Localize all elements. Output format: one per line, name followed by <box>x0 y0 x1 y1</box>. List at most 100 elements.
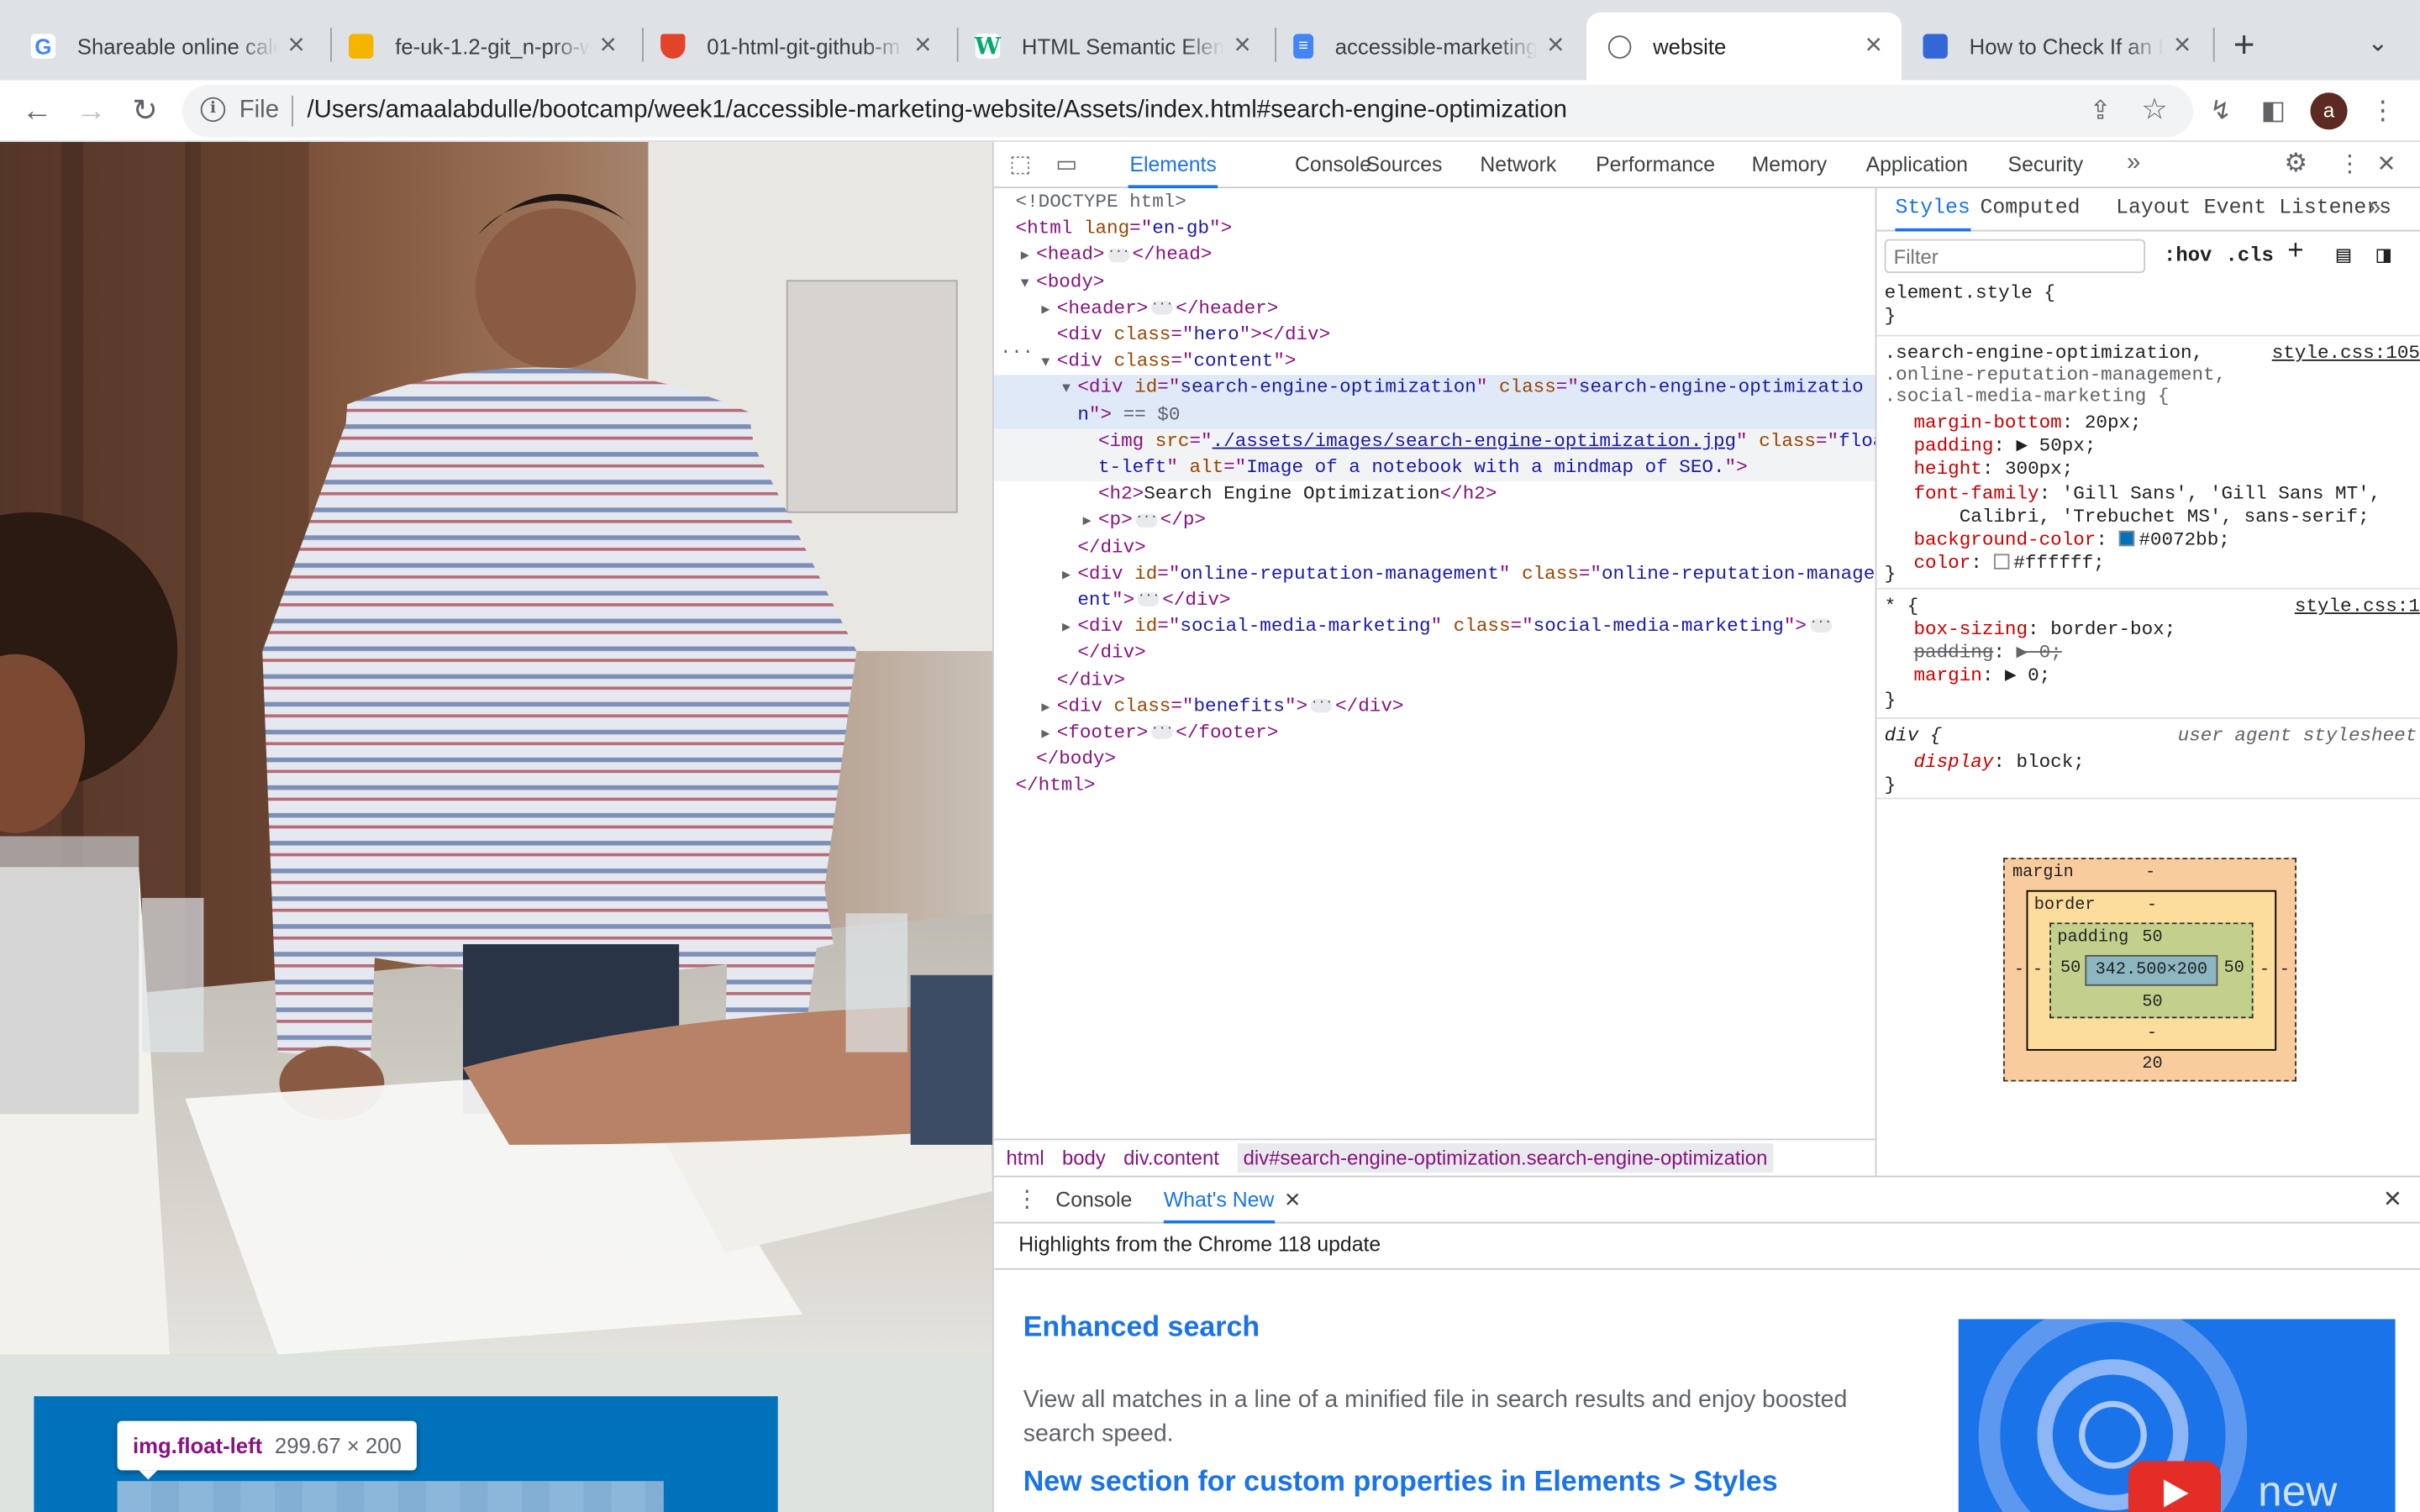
url-text[interactable]: /Users/amaalabdulle/bootcamp/week1/acces… <box>308 97 1567 125</box>
cls-toggle[interactable]: .cls <box>2226 244 2274 267</box>
tab-styles[interactable]: Styles <box>1895 188 1970 232</box>
node-actions-ellipsis-icon[interactable]: ··· <box>1000 341 1034 363</box>
prop-value[interactable]: 'Gill Sans', 'Gill Sans MT', <box>2062 482 2381 504</box>
collapse-triangle-icon[interactable]: ▶ <box>1062 616 1077 643</box>
breadcrumb-div-content[interactable]: div.content <box>1123 1147 1219 1170</box>
close-icon[interactable]: × <box>284 29 308 63</box>
dom-node-line[interactable]: ▼ <body> <box>994 270 1876 297</box>
device-toolbar-icon[interactable]: ▭ <box>1055 150 1077 177</box>
style-property[interactable]: Calibri, 'Trebuchet MS', sans-serif; <box>1914 506 2370 529</box>
breadcrumb-body[interactable]: body <box>1062 1147 1106 1170</box>
prop-name[interactable]: margin-bottom <box>1914 412 2062 433</box>
drawer-tab-console[interactable]: Console <box>1055 1177 1132 1223</box>
prop-value[interactable]: ▶ 0; <box>2017 642 2062 664</box>
color-swatch-icon[interactable] <box>2118 530 2134 547</box>
tab-website[interactable]: website × <box>1586 12 1902 81</box>
collapse-triangle-icon[interactable]: ▶ <box>1021 244 1036 271</box>
tab-slides[interactable]: fe-uk-1.2-git_n-pro-workflow × <box>327 13 635 81</box>
collapse-triangle-icon[interactable]: ▶ <box>1041 297 1056 324</box>
drawer-tab-whats-new[interactable]: What's New <box>1163 1177 1275 1224</box>
box-model-value[interactable]: 50 <box>2142 929 2162 948</box>
prop-name[interactable]: margin <box>1914 665 1982 687</box>
info-icon[interactable]: i <box>200 97 226 123</box>
dom-node-line[interactable]: t-left" alt="Image of a notebook with a … <box>993 454 1876 482</box>
tab-google-calendar[interactable]: G Shareable online calendar × <box>9 13 324 81</box>
dom-node-line[interactable]: ▶ <p> ··· </p> <box>994 508 1876 535</box>
collapse-triangle-icon[interactable]: ▶ <box>1083 510 1098 537</box>
prop-name[interactable]: padding <box>1914 435 1994 457</box>
prop-value[interactable]: 20px; <box>2085 412 2142 433</box>
close-icon[interactable]: × <box>1544 29 1568 63</box>
inspect-element-icon[interactable]: ⬚ <box>1009 150 1031 177</box>
tab-gitlab[interactable]: 01-html-git-github-m × <box>639 13 950 81</box>
dom-node-line[interactable]: </div> <box>994 535 1876 562</box>
back-arrow-icon[interactable]: ← <box>15 90 58 133</box>
dom-node-line[interactable]: ▼ <div class="content"> <box>994 349 1876 375</box>
tab-w3schools[interactable]: W HTML Semantic Elements × <box>954 13 1270 81</box>
dom-node-line[interactable]: ▶ <div id="online-reputation-management" … <box>994 561 1876 588</box>
prop-value[interactable]: Calibri, 'Trebuchet MS', sans-serif; <box>1914 506 2370 528</box>
box-model-value[interactable]: 20 <box>2142 1055 2162 1074</box>
box-model-value[interactable]: - <box>2145 864 2155 883</box>
collapse-triangle-icon[interactable]: ▶ <box>1041 722 1056 749</box>
close-tab-icon[interactable]: ✕ <box>1284 1177 1301 1223</box>
prop-value[interactable]: #0072bb; <box>2139 529 2229 551</box>
dom-node-line[interactable]: </html> <box>994 774 1876 801</box>
color-swatch-icon[interactable] <box>1993 554 2009 570</box>
box-model-value[interactable]: 50 <box>2060 959 2081 978</box>
box-model-value[interactable]: - <box>2280 961 2290 979</box>
more-tabs-chevron-icon[interactable]: » <box>2127 150 2140 177</box>
close-devtools-icon[interactable]: ✕ <box>2377 150 2396 177</box>
tab-sources[interactable]: Sources <box>1365 142 1442 188</box>
style-property[interactable]: margin-bottom: 20px; <box>1914 412 2142 435</box>
dom-node-line[interactable]: <html lang="en-gb"> <box>994 216 1876 243</box>
breadcrumb-html[interactable]: html <box>1007 1147 1044 1170</box>
dom-node-line[interactable]: <div class="hero"></div> <box>994 323 1876 349</box>
style-property[interactable]: color: #ffffff; <box>1914 553 2105 576</box>
box-model-value[interactable]: 50 <box>2142 994 2162 1012</box>
style-property[interactable]: font-family: 'Gill Sans', 'Gill Sans MT'… <box>1914 482 2381 506</box>
settings-gear-icon[interactable]: ⚙ <box>2284 148 2307 179</box>
forward-arrow-icon[interactable]: → <box>70 90 113 133</box>
close-icon[interactable]: × <box>596 29 620 63</box>
dom-node-line[interactable]: <!DOCTYPE html> <box>994 190 1876 217</box>
kebab-menu-icon[interactable]: ⋮ <box>2361 90 2404 133</box>
tab-application[interactable]: Application <box>1866 142 1968 188</box>
extension-icon[interactable]: ↯ <box>2199 90 2242 133</box>
more-chevron-icon[interactable]: » <box>2367 188 2381 231</box>
dom-node-line[interactable]: </body> <box>994 747 1876 774</box>
whats-new-heading-2[interactable]: New section for custom properties in Ele… <box>1023 1464 1778 1498</box>
style-property[interactable]: padding: ▶ 0; <box>1914 642 2062 665</box>
box-model-value[interactable]: - <box>2014 961 2024 979</box>
prop-name[interactable]: font-family <box>1914 482 2039 504</box>
dom-node-line[interactable]: ▶ <div id="social-media-marketing" class=… <box>994 614 1876 641</box>
box-model-value[interactable]: - <box>2033 961 2043 979</box>
style-property[interactable]: height: 300px; <box>1914 459 2074 482</box>
prop-name[interactable]: box-sizing <box>1914 619 2028 641</box>
new-rule-plus-icon[interactable]: + <box>2287 238 2304 269</box>
tab-event-listeners[interactable]: Event Listeners <box>2204 188 2391 231</box>
expand-triangle-icon[interactable]: ▼ <box>1041 350 1056 377</box>
box-model-value[interactable]: - <box>2260 961 2270 979</box>
kebab-menu-icon[interactable]: ⋮ <box>2338 150 2362 177</box>
style-property[interactable]: box-sizing: border-box; <box>1914 619 2176 643</box>
address-bar[interactable]: i File /Users/amaalabdulle/bootcamp/week… <box>182 85 2193 138</box>
collapse-triangle-icon[interactable]: ▶ <box>1041 696 1056 722</box>
bookmark-star-icon[interactable]: ☆ <box>2133 90 2175 133</box>
prop-name[interactable]: background-color <box>1914 529 2096 551</box>
prop-value[interactable]: 300px; <box>2005 459 2073 480</box>
dom-node-line[interactable]: ▶ <footer> ··· </footer> <box>994 721 1876 748</box>
tab-elements[interactable]: Elements <box>1128 142 1218 189</box>
tab-check-image[interactable]: How to Check If an Image × <box>1902 13 2210 81</box>
tab-console[interactable]: Console <box>1295 142 1371 188</box>
share-icon[interactable]: ⇪ <box>2079 90 2122 133</box>
collapse-triangle-icon[interactable]: ▶ <box>1062 563 1077 590</box>
prop-name[interactable]: height <box>1914 459 1982 480</box>
close-icon[interactable]: × <box>1230 29 1255 63</box>
style-property[interactable]: margin: ▶ 0; <box>1914 665 2051 689</box>
close-icon[interactable]: × <box>911 29 935 63</box>
elements-dom-tree[interactable]: <!DOCTYPE html> <html lang="en-gb"> ▶ <head… <box>993 188 1876 1129</box>
breadcrumb-current[interactable]: div#search-engine-optimization.search-en… <box>1237 1142 1774 1173</box>
prop-name[interactable]: padding <box>1914 642 1994 664</box>
prop-value[interactable]: #ffffff; <box>2013 553 2104 575</box>
